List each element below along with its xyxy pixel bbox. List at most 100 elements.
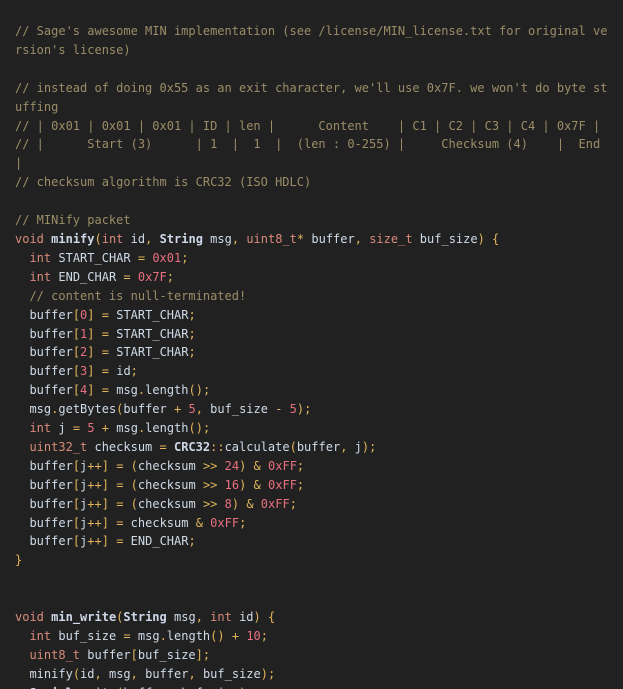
code-token-op: = [123, 269, 131, 284]
code-token-kw: int [29, 421, 52, 436]
code-line[interactable] [15, 60, 611, 79]
code-line[interactable]: int END_CHAR = 0x7F; [15, 268, 611, 287]
code-token-kw: size_t [369, 231, 413, 246]
code-token-op: ++] [87, 515, 109, 530]
code-token-op: + [101, 421, 110, 436]
code-token-id: checksum [137, 496, 196, 511]
code-line[interactable]: // MINify packet [15, 211, 611, 230]
code-line[interactable]: void min_write(String msg, int id) { [15, 608, 611, 627]
code-token-mem: getBytes [58, 402, 117, 417]
code-line[interactable]: minify(id, msg, buffer, buf_size); [15, 665, 611, 684]
code-line[interactable]: // checksum algorithm is CRC32 (ISO HDLC… [15, 173, 611, 192]
code-token-num: 5 [289, 402, 297, 417]
code-token-num: 5 [87, 421, 95, 436]
code-line[interactable]: Serial.write(buffer, buf_size); [15, 684, 611, 689]
code-line[interactable]: buffer[j++] = END_CHAR; [15, 532, 611, 551]
code-line[interactable]: buffer[4] = msg.length(); [15, 381, 611, 400]
code-line[interactable]: } [15, 551, 611, 570]
code-token-op: [ [72, 345, 81, 360]
code-line[interactable]: // Sage's awesome MIN implementation (se… [15, 22, 611, 60]
code-token-op: [ [72, 364, 81, 379]
code-line[interactable]: buffer[3] = id; [15, 362, 611, 381]
code-line[interactable]: buffer[j++] = (checksum >> 8) & 0xFF; [15, 495, 611, 514]
code-token-id: id [80, 666, 95, 681]
code-line[interactable]: uint8_t buffer[buf_size]; [15, 646, 611, 665]
code-token-op: = [101, 326, 109, 341]
code-token-op: ); [296, 402, 312, 417]
code-token-op: ( [130, 496, 138, 511]
code-line[interactable]: // | 0x01 | 0x01 | 0x01 | ID | len | Con… [15, 117, 611, 136]
code-token-id: msg [116, 383, 138, 398]
code-token-op: ( [130, 458, 138, 473]
code-token-id: END_CHAR [58, 269, 117, 284]
code-line[interactable]: // instead of doing 0x55 as an exit char… [15, 79, 611, 117]
code-line[interactable]: buffer[j++] = checksum & 0xFF; [15, 514, 611, 533]
code-editor-pane[interactable]: // Sage's awesome MIN implementation (se… [0, 0, 623, 689]
code-token-cm: // | Start (3) | 1 | 1 | (len : 0-255) |… [15, 137, 608, 171]
code-token-id: msg [210, 231, 232, 246]
code-token-op: = [101, 383, 109, 398]
code-token-op: [ [72, 383, 81, 398]
code-token-mem: length [145, 421, 189, 436]
code-token-cm: // MINify packet [15, 213, 131, 228]
code-token-op: :: [210, 439, 225, 454]
code-line[interactable]: buffer[1] = START_CHAR; [15, 325, 611, 344]
code-line[interactable]: buffer[j++] = (checksum >> 24) & 0xFF; [15, 457, 611, 476]
code-token-id: buffer [29, 345, 73, 360]
code-line[interactable]: int j = 5 + msg.length(); [15, 419, 611, 438]
code-line[interactable]: int buf_size = msg.length() + 10; [15, 627, 611, 646]
code-line[interactable]: buffer[j++] = (checksum >> 16) & 0xFF; [15, 476, 611, 495]
code-token-op: ; [188, 534, 196, 549]
code-token-id: START_CHAR [58, 250, 131, 265]
code-token-id: buffer [123, 402, 167, 417]
code-token-op: = [137, 250, 146, 265]
code-line[interactable]: uint32_t checksum = CRC32::calculate(buf… [15, 438, 611, 457]
code-token-op: & [246, 496, 254, 511]
code-token-id: buffer [29, 515, 73, 530]
code-token-kw: int [29, 269, 52, 284]
code-token-num: 0xFF [268, 458, 297, 473]
code-token-op: [ [130, 647, 138, 662]
code-token-num: 5 [188, 402, 196, 417]
code-token-op: (); [188, 421, 211, 436]
code-token-id: buf_size [137, 647, 196, 662]
code-token-id: buffer [29, 364, 73, 379]
code-line[interactable]: int START_CHAR = 0x01; [15, 249, 611, 268]
code-line[interactable]: // | Start (3) | 1 | 1 | (len : 0-255) |… [15, 135, 611, 173]
code-token-op: ; [188, 326, 196, 341]
code-token-ty: String [123, 610, 167, 625]
code-token-id: buffer [87, 647, 131, 662]
code-token-op: ( [130, 477, 138, 492]
code-line[interactable]: void minify(int id, String msg, uint8_t*… [15, 230, 611, 249]
code-line[interactable] [15, 589, 611, 608]
code-token-id: buf_size [210, 402, 268, 417]
code-token-cm: // content is null-terminated! [29, 288, 247, 303]
code-line[interactable]: buffer[0] = START_CHAR; [15, 306, 611, 325]
code-line[interactable]: // content is null-terminated! [15, 287, 611, 306]
code-token-op: ] [87, 307, 95, 322]
code-line[interactable]: buffer[2] = START_CHAR; [15, 343, 611, 362]
code-line[interactable]: msg.getBytes(buffer + 5, buf_size - 5); [15, 400, 611, 419]
code-token-mem: minify [29, 666, 73, 681]
code-token-ty: String [159, 231, 203, 246]
code-line[interactable] [15, 570, 611, 589]
code-line[interactable] [15, 192, 611, 211]
code-token-op: ++] [87, 477, 109, 492]
code-token-op: = [101, 307, 109, 322]
